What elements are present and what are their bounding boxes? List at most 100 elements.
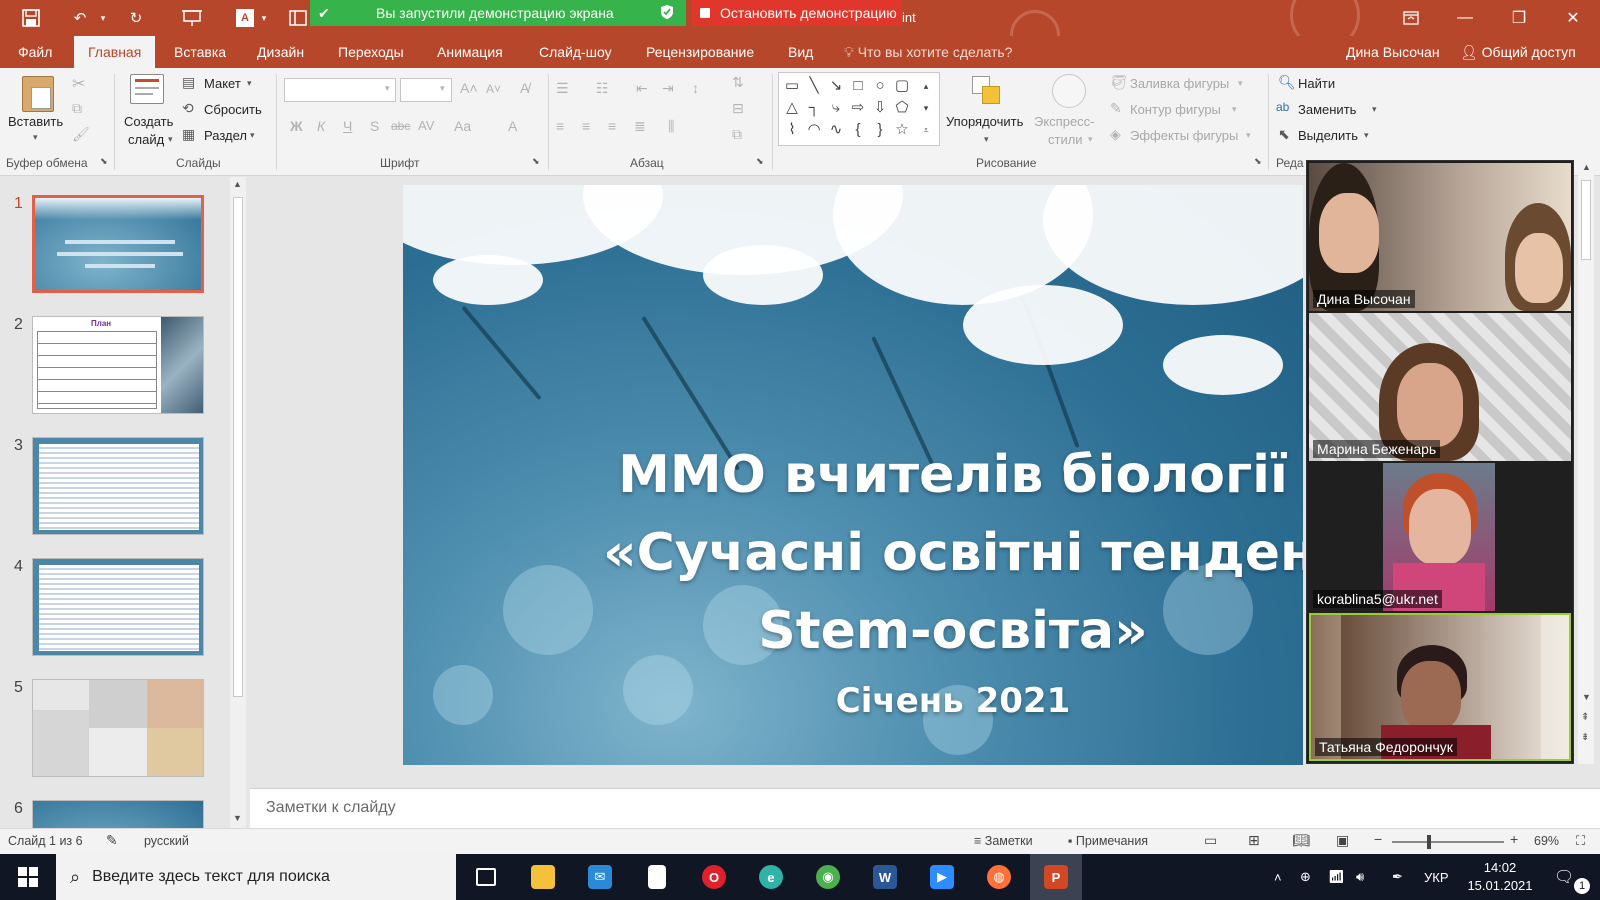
slide-title-line-2[interactable]: «Сучасні освітні тенденції: — [403, 523, 1303, 583]
bold-button[interactable]: Ж — [290, 118, 303, 134]
shape-fill-dropdown-icon[interactable]: ▾ — [1238, 78, 1243, 89]
notes-pane[interactable]: Заметки к слайду — [250, 788, 1600, 828]
font-color-button[interactable]: A — [508, 118, 517, 134]
tab-insert[interactable]: Вставка — [174, 36, 226, 68]
shape-effects-dropdown-icon[interactable]: ▾ — [1246, 130, 1251, 141]
account-name[interactable]: Дина Высочан — [1346, 36, 1440, 68]
down-arrow-shape-icon[interactable]: ⇩ — [869, 97, 891, 119]
qat-customize-icon[interactable]: ▾ — [258, 6, 270, 30]
comments-toggle[interactable]: ▪ Примечания — [1068, 834, 1148, 848]
zoom-slider-knob[interactable] — [1427, 835, 1431, 849]
mail-icon[interactable]: ✉ — [574, 854, 626, 900]
input-language[interactable]: УКР — [1424, 854, 1449, 900]
shape-outline-button[interactable]: Контур фигуры — [1130, 102, 1221, 117]
undo-dropdown-icon[interactable]: ▾ — [96, 6, 110, 30]
quick-styles-icon[interactable] — [1052, 74, 1086, 108]
thumbnails-scrollbar[interactable]: ▲ ▼ — [230, 177, 246, 828]
tab-home[interactable]: Главная — [74, 36, 156, 68]
slide-thumbnail-4[interactable] — [32, 558, 204, 656]
scroll-down-icon[interactable]: ▼ — [233, 813, 242, 823]
font-color-icon[interactable]: A — [234, 6, 256, 30]
arrow-line-shape-icon[interactable]: ↘ — [825, 75, 847, 97]
align-text-icon[interactable]: ⊟ — [732, 100, 744, 117]
spell-check-icon[interactable]: ✎ — [106, 832, 118, 849]
numbering-icon[interactable]: ☷ — [596, 80, 609, 97]
text-direction-icon[interactable]: ⇅ — [732, 74, 744, 91]
oval-shape-icon[interactable]: ○ — [869, 75, 891, 97]
freeform-shape-icon[interactable]: ⌇ — [781, 119, 803, 141]
paste-icon[interactable] — [22, 76, 54, 112]
decrease-indent-icon[interactable]: ⇤ — [636, 80, 648, 97]
paste-button[interactable]: Вставить — [8, 114, 63, 129]
meet-now-icon[interactable]: ⊕ — [1300, 854, 1311, 900]
rounded-rect-shape-icon[interactable]: ▢ — [891, 75, 913, 97]
format-painter-icon[interactable]: 🖌︎ — [72, 126, 90, 143]
smartart-icon[interactable]: ⧉ — [732, 126, 742, 143]
font-dialog-launcher-icon[interactable]: ⬊ — [532, 156, 540, 167]
reset-button[interactable]: Сбросить — [204, 102, 262, 117]
notifications-icon[interactable]: 🗨︎ — [1554, 854, 1574, 900]
notes-toggle[interactable]: ≡ Заметки — [974, 834, 1033, 848]
close-icon[interactable]: ✕ — [1546, 0, 1600, 36]
tab-file[interactable]: Файл — [18, 36, 52, 68]
columns-icon[interactable]: ⫼ — [668, 118, 674, 135]
line-shape-icon[interactable]: ╲ — [803, 75, 825, 97]
font-size-dropdown-icon[interactable]: ▾ — [440, 83, 445, 94]
ribbon-display-options-icon[interactable] — [1384, 0, 1438, 36]
tab-slideshow[interactable]: Слайд-шоу — [539, 36, 612, 68]
replace-button[interactable]: Заменить — [1298, 102, 1356, 117]
fit-to-window-icon[interactable]: ⛶ — [1576, 833, 1585, 849]
task-view-icon[interactable] — [460, 854, 512, 900]
shrink-font-icon[interactable]: A˅ — [486, 82, 501, 96]
powerpoint-icon[interactable]: P — [1030, 854, 1082, 900]
normal-view-icon[interactable]: ▭ — [1204, 832, 1217, 849]
paragraph-dialog-launcher-icon[interactable]: ⬊ — [756, 156, 764, 167]
dialog-launcher-icon[interactable]: ⬊ — [100, 156, 108, 167]
zoom-slider[interactable] — [1392, 835, 1504, 849]
change-case-button[interactable]: Aa — [454, 118, 471, 134]
windows-start-icon[interactable] — [2, 854, 54, 900]
select-button[interactable]: Выделить — [1298, 128, 1358, 143]
gallery-more-icon[interactable]: ⩡ — [915, 119, 937, 141]
arc-shape-icon[interactable]: ◠ — [803, 119, 825, 141]
scroll-up-icon[interactable]: ▲ — [233, 179, 242, 189]
quick-styles-label-2[interactable]: стили — [1048, 132, 1083, 147]
slide-thumbnail-2[interactable]: План — [32, 316, 204, 414]
grow-font-icon[interactable]: A˄ — [460, 80, 478, 96]
drawing-dialog-launcher-icon[interactable]: ⬊ — [1254, 156, 1262, 167]
zoom-in-icon[interactable]: + — [1510, 831, 1518, 847]
reading-view-icon[interactable]: 📖︎ — [1292, 832, 1310, 849]
gallery-up-icon[interactable]: ▴ — [915, 75, 937, 97]
redo-icon[interactable]: ↻ — [122, 6, 150, 30]
language-indicator[interactable]: русский — [144, 834, 189, 848]
increase-indent-icon[interactable]: ⇥ — [662, 80, 674, 97]
zoom-out-icon[interactable]: − — [1374, 831, 1382, 847]
align-center-icon[interactable]: ≡ — [582, 118, 590, 134]
textbox-shape-icon[interactable]: ▭ — [781, 75, 803, 97]
character-spacing-button[interactable]: AV — [418, 118, 434, 133]
save-icon[interactable] — [18, 6, 44, 30]
gallery-down-icon[interactable]: ▾ — [915, 97, 937, 119]
participant-tile[interactable]: korablina5@ukr.net — [1309, 463, 1571, 611]
find-button[interactable]: Найти — [1298, 76, 1335, 91]
left-brace-shape-icon[interactable]: { — [847, 119, 869, 141]
scroll-down-icon[interactable]: ▼ — [1582, 692, 1591, 702]
rectangle-shape-icon[interactable]: □ — [847, 75, 869, 97]
italic-button[interactable]: К — [317, 118, 325, 134]
right-arrow-shape-icon[interactable]: ⇨ — [847, 97, 869, 119]
slideshow-view-icon[interactable]: ▣ — [1336, 832, 1349, 849]
firefox-icon[interactable]: ◍ — [973, 854, 1025, 900]
taskbar-search-box[interactable]: ⌕ Введите здесь текст для поиска — [56, 854, 456, 900]
text-shadow-button[interactable]: S — [370, 118, 379, 134]
undo-icon[interactable]: ↶ — [66, 6, 94, 30]
zoom-icon[interactable]: ▶ — [916, 854, 968, 900]
notes-placeholder[interactable]: Заметки к слайду — [266, 799, 396, 817]
previous-slide-icon[interactable]: ⇞ — [1581, 712, 1589, 723]
restore-icon[interactable]: ❐ — [1492, 0, 1546, 36]
shape-outline-dropdown-icon[interactable]: ▾ — [1232, 104, 1237, 115]
new-slide-icon[interactable] — [130, 74, 164, 104]
word-icon[interactable]: W — [859, 854, 911, 900]
strikethrough-button[interactable]: abc — [391, 119, 410, 133]
tray-overflow-icon[interactable]: ˄ — [1274, 854, 1282, 900]
tab-review[interactable]: Рецензирование — [646, 36, 754, 68]
